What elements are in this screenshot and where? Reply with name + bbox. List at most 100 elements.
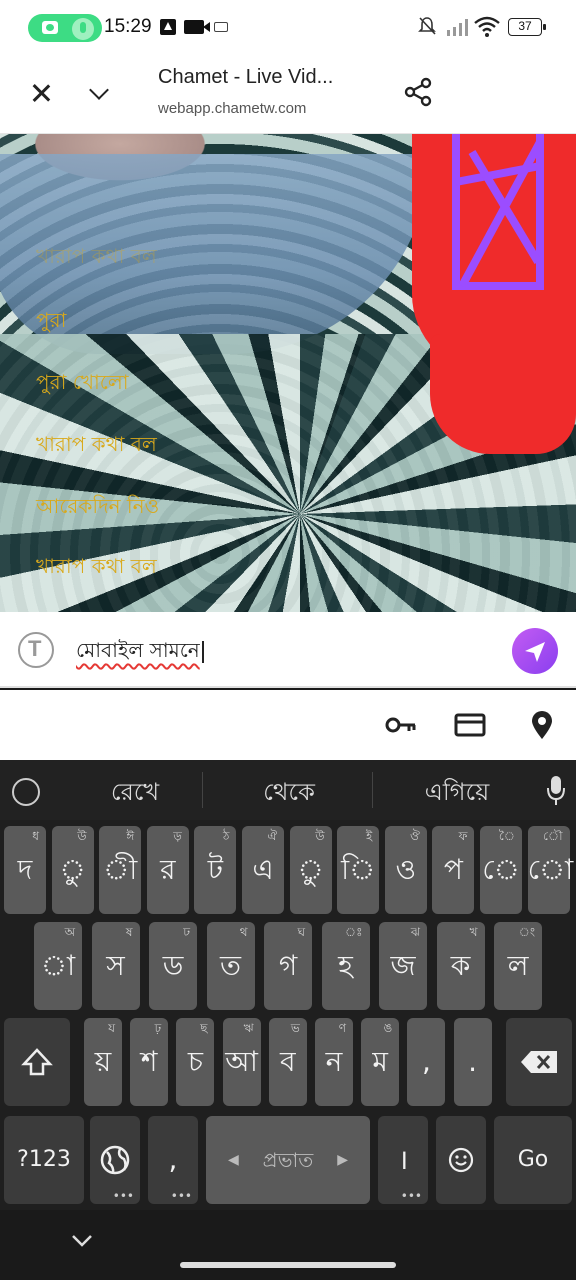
screen-record-indicator[interactable] bbox=[28, 14, 102, 42]
key-label: জ bbox=[390, 949, 416, 982]
chevron-down-icon[interactable] bbox=[80, 74, 118, 112]
key-label: স bbox=[106, 949, 125, 982]
key-row2-5[interactable]: ঃ হ bbox=[321, 922, 370, 1010]
microphone-icon[interactable] bbox=[546, 774, 566, 806]
key-label: ও bbox=[395, 853, 417, 886]
send-button[interactable] bbox=[512, 628, 558, 674]
key-label: ে bbox=[482, 853, 520, 886]
key-row3-6[interactable]: ঙম bbox=[361, 1018, 400, 1106]
key-row3-8[interactable]: . bbox=[453, 1018, 492, 1106]
credit-card-icon[interactable] bbox=[454, 710, 486, 740]
key-label: ু bbox=[297, 853, 324, 886]
comma-key[interactable]: , ••• bbox=[148, 1116, 198, 1204]
home-gesture-bar[interactable] bbox=[180, 1262, 396, 1268]
key-hint: ছ bbox=[200, 1021, 208, 1035]
emoji-key[interactable] bbox=[436, 1116, 486, 1204]
space-key[interactable]: ◀ প্রভাত ▶ bbox=[206, 1116, 370, 1204]
key-row2-4[interactable]: ঘগ bbox=[264, 922, 312, 1010]
keyboard-settings-icon[interactable] bbox=[12, 778, 40, 806]
suggestion-2[interactable]: থেকে bbox=[224, 774, 354, 814]
globe-icon bbox=[100, 1145, 130, 1175]
key-row1-11[interactable]: ৌো bbox=[527, 826, 573, 914]
key-row1-6[interactable]: উু bbox=[289, 826, 332, 914]
key-row3-2[interactable]: ছচ bbox=[176, 1018, 215, 1106]
close-icon[interactable] bbox=[22, 74, 60, 112]
hide-keyboard-icon[interactable] bbox=[70, 1228, 94, 1252]
key-row1-5[interactable]: ঐএ bbox=[242, 826, 284, 914]
key-row3-1[interactable]: ঢ় শ bbox=[130, 1018, 169, 1106]
key-row3-3[interactable]: ঋআ bbox=[222, 1018, 261, 1106]
key-icon[interactable] bbox=[384, 710, 416, 740]
redaction-mark bbox=[452, 134, 544, 290]
key-row1-4[interactable]: ঠট bbox=[194, 826, 237, 914]
key-label: হ bbox=[338, 949, 353, 982]
key-row2-3[interactable]: থত bbox=[206, 922, 255, 1010]
suggestion-bar: রেখে থেকে এগিয়ে bbox=[0, 760, 576, 820]
key-hint: ঋ bbox=[243, 1021, 254, 1035]
status-time: 15:29 bbox=[104, 16, 152, 37]
key-row1-8[interactable]: ঔও bbox=[384, 826, 427, 914]
suggestion-1[interactable]: রেখে bbox=[70, 774, 200, 814]
status-bar: 15:29 37 bbox=[0, 0, 576, 56]
go-key[interactable]: Go bbox=[494, 1116, 572, 1204]
key-row3-4[interactable]: ভব bbox=[268, 1018, 307, 1106]
key-label: ট bbox=[207, 853, 224, 886]
symbols-key[interactable]: ?123 bbox=[4, 1116, 84, 1204]
camera-icon bbox=[42, 21, 58, 34]
key-row2-6[interactable]: ঝজ bbox=[379, 922, 427, 1010]
key-row2-0[interactable]: অা bbox=[34, 922, 82, 1010]
share-icon[interactable] bbox=[402, 76, 434, 108]
key-row2-1[interactable]: ষস bbox=[91, 922, 140, 1010]
key-label: শ bbox=[140, 1045, 158, 1078]
navigation-bar bbox=[0, 1210, 576, 1280]
live-video-stream[interactable]: খারাপ কথা বল পুরা পুরা খোলো খারাপ কথা বল… bbox=[0, 134, 576, 612]
translate-icon[interactable] bbox=[18, 632, 54, 668]
key-row1-0[interactable]: ধদ bbox=[4, 826, 46, 914]
key-row3-7[interactable]: , bbox=[407, 1018, 446, 1106]
key-row2-2[interactable]: ঢড bbox=[149, 922, 197, 1010]
location-pin-icon[interactable] bbox=[526, 710, 558, 740]
autofill-toolbar bbox=[0, 690, 576, 760]
soft-keyboard: রেখে থেকে এগিয়ে ধ দ উু ঈী ড় র ঠ ট ঐ এ উু ইি ঔ ও ফ পৈে… bbox=[0, 760, 576, 1210]
key-row1-2[interactable]: ঈী bbox=[99, 826, 142, 914]
key-hint: ঔ bbox=[409, 829, 420, 843]
key-label: , bbox=[421, 1045, 431, 1078]
key-row3-5[interactable]: ণন bbox=[315, 1018, 353, 1106]
shift-icon bbox=[21, 1048, 53, 1076]
page-title: Chamet - Live Vid... bbox=[158, 66, 334, 88]
key-hint: ঈ bbox=[126, 829, 135, 843]
arrow-right-icon: ▶ bbox=[337, 1152, 348, 1168]
period-key[interactable]: । ••• bbox=[378, 1116, 428, 1204]
key-label: য় bbox=[94, 1045, 112, 1078]
key-label: ড bbox=[162, 949, 184, 982]
key-row2-8[interactable]: ং ল bbox=[494, 922, 542, 1010]
chat-message: খারাপ কথা বল bbox=[36, 554, 157, 578]
key-row1-10[interactable]: ৈে bbox=[480, 826, 522, 914]
key-row1-9[interactable]: ফপ bbox=[432, 826, 475, 914]
page-url: webapp.chametw.com bbox=[158, 100, 307, 117]
key-label: চ bbox=[187, 1045, 203, 1078]
shift-key[interactable] bbox=[4, 1018, 70, 1106]
suggestion-3[interactable]: এগিয়ে bbox=[392, 774, 522, 814]
message-composer: মোবাইল সামনে bbox=[0, 612, 576, 688]
key-hint: ধ bbox=[32, 829, 39, 843]
microphone-icon bbox=[72, 18, 94, 40]
key-hint: ড় bbox=[173, 829, 182, 843]
key-hint: উ bbox=[77, 829, 87, 843]
chat-message: খারাপ কথা বল bbox=[36, 432, 157, 456]
key-hint: ৈ bbox=[498, 829, 515, 843]
key-hint: ঢ় bbox=[154, 1021, 162, 1035]
key-row1-7[interactable]: ইি bbox=[337, 826, 380, 914]
key-row2-7[interactable]: খক bbox=[436, 922, 485, 1010]
key-hint: ঠ bbox=[222, 829, 230, 843]
key-label: ম bbox=[372, 1045, 388, 1078]
key-row3-0[interactable]: য য় bbox=[84, 1018, 122, 1106]
key-row1-3[interactable]: ড় র bbox=[146, 826, 189, 914]
key-label: ল bbox=[507, 949, 529, 982]
key-hint: খ bbox=[469, 925, 478, 939]
language-key[interactable]: ••• bbox=[90, 1116, 140, 1204]
key-row1-1[interactable]: উু bbox=[51, 826, 94, 914]
message-input[interactable]: মোবাইল সামনে bbox=[76, 636, 476, 669]
key-label: া bbox=[40, 949, 76, 982]
backspace-key[interactable] bbox=[506, 1018, 572, 1106]
